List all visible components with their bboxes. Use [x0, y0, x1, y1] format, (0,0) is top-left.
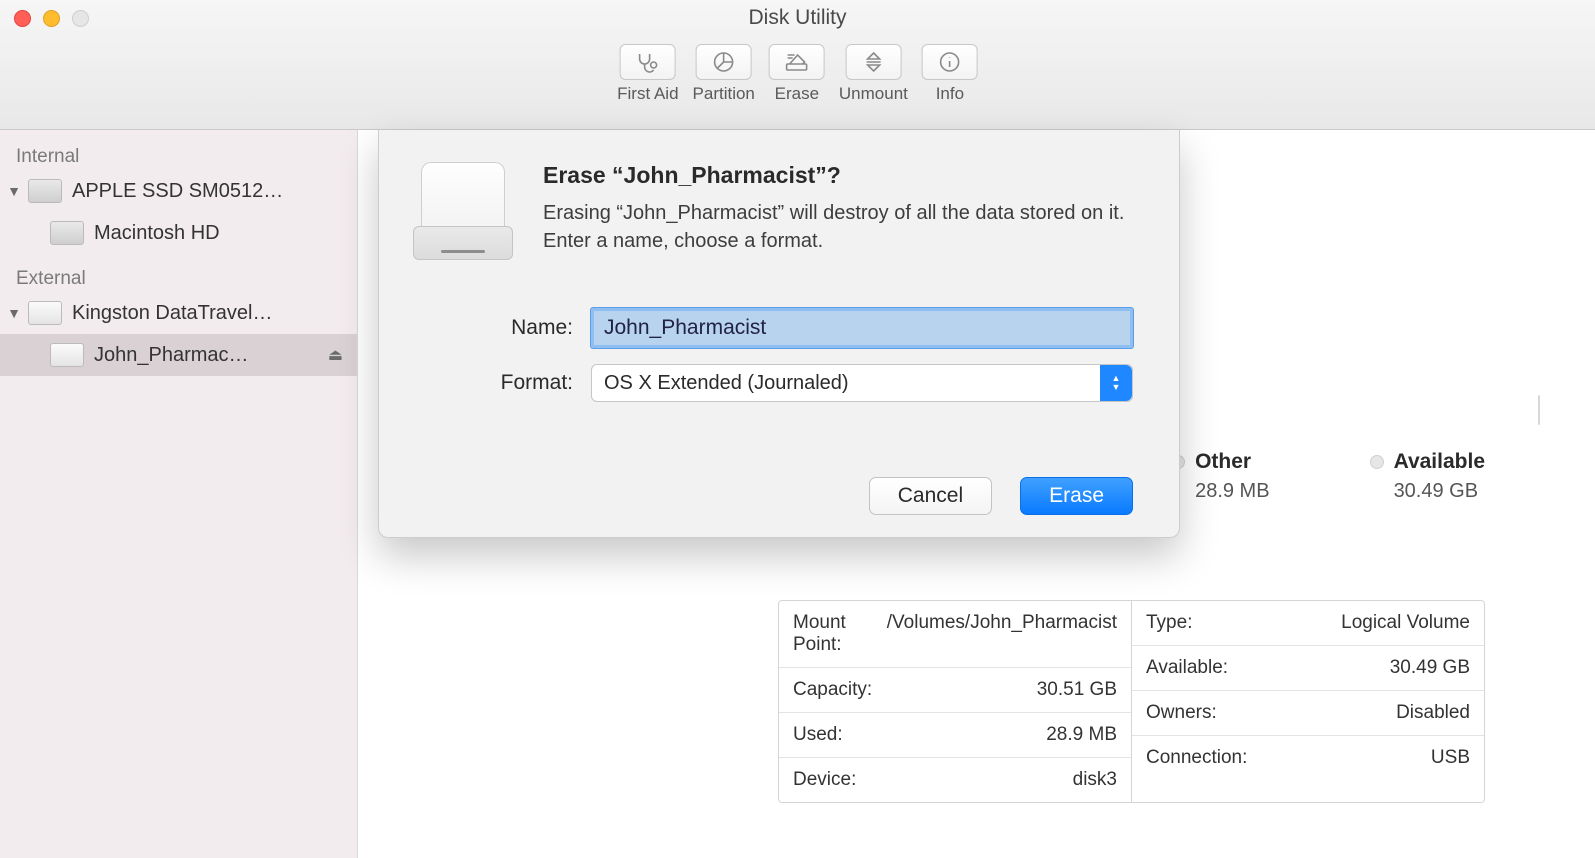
external-disk-icon: [50, 343, 84, 367]
internal-disk-icon: [50, 221, 84, 245]
external-drive-icon: [413, 162, 513, 272]
sidebar-item-label: APPLE SSD SM0512…: [72, 180, 357, 203]
erase-sheet: Erase “John_Pharmacist”? Erasing “John_P…: [378, 130, 1180, 538]
detail-row: Connection: USB: [1132, 736, 1484, 780]
external-disk-icon: [28, 301, 62, 325]
partition-button[interactable]: Partition: [693, 44, 755, 104]
detail-value: /Volumes/John_Pharmacist: [887, 612, 1117, 656]
pie-chart-icon: [696, 44, 752, 80]
sidebar: Internal ▼ APPLE SSD SM0512… Macintosh H…: [0, 130, 358, 858]
format-selected-value: OS X Extended (Journaled): [604, 372, 849, 395]
toolbar-label: Erase: [775, 84, 819, 104]
internal-disk-icon: [28, 179, 62, 203]
detail-key: Used:: [793, 724, 843, 746]
erase-button[interactable]: Erase: [769, 44, 825, 104]
erase-form: Name: Format: OS X Extended (Journaled) …: [477, 308, 1133, 402]
detail-row: Owners: Disabled: [1132, 691, 1484, 736]
details-right: Type: Logical Volume Available: 30.49 GB O…: [1132, 601, 1484, 802]
disclosure-triangle-icon[interactable]: ▼: [6, 305, 22, 321]
usage-label: Other: [1195, 450, 1251, 474]
unmount-button[interactable]: Unmount: [839, 44, 908, 104]
toolbar-label: Partition: [693, 84, 755, 104]
usage-value: 28.9 MB: [1171, 480, 1269, 503]
detail-value: Disabled: [1396, 702, 1470, 724]
sidebar-item-john-pharmacist[interactable]: John_Pharmac… ⏏: [0, 334, 357, 376]
stethoscope-icon: [620, 44, 676, 80]
toolbar-label: First Aid: [617, 84, 678, 104]
format-select[interactable]: OS X Extended (Journaled) ▲▼: [591, 364, 1133, 402]
detail-row: Available: 30.49 GB: [1132, 646, 1484, 691]
cancel-button[interactable]: Cancel: [869, 477, 992, 515]
detail-key: Device:: [793, 769, 856, 791]
info-button[interactable]: Info: [922, 44, 978, 104]
traffic-lights: [14, 10, 89, 27]
sidebar-item-label: John_Pharmac…: [94, 344, 328, 367]
detail-key: Type:: [1146, 612, 1192, 634]
disk-utility-window: Disk Utility First Aid Partition Erase: [0, 0, 1595, 858]
erase-confirm-button[interactable]: Erase: [1020, 477, 1133, 515]
titlebar: Disk Utility First Aid Partition Erase: [0, 0, 1595, 130]
detail-key: Mount Point:: [793, 612, 887, 656]
disclosure-triangle-icon[interactable]: ▼: [6, 183, 22, 199]
sidebar-item-macintosh-hd[interactable]: Macintosh HD: [0, 212, 357, 254]
close-button[interactable]: [14, 10, 31, 27]
sidebar-section-external: External: [0, 266, 357, 292]
unmount-icon: [845, 44, 901, 80]
detail-value: 30.49 GB: [1390, 657, 1470, 679]
usage-bar: [1538, 395, 1540, 425]
usage-label: Available: [1394, 450, 1485, 474]
minimize-button[interactable]: [43, 10, 60, 27]
usage-legend: Other 28.9 MB Available 30.49 GB: [1171, 450, 1485, 503]
sidebar-item-label: Macintosh HD: [94, 222, 357, 245]
chevron-up-down-icon: ▲▼: [1100, 365, 1132, 401]
detail-row: Mount Point:/Volumes/John_Pharmacist: [779, 601, 1131, 668]
detail-row: Type: Logical Volume: [1132, 601, 1484, 646]
sidebar-item-internal-disk[interactable]: ▼ APPLE SSD SM0512…: [0, 170, 357, 212]
detail-value: 28.9 MB: [1046, 724, 1117, 746]
detail-row: Capacity: 30.51 GB: [779, 668, 1131, 713]
detail-value: USB: [1431, 747, 1470, 769]
detail-key: Capacity:: [793, 679, 872, 701]
usage-other: Other 28.9 MB: [1171, 450, 1269, 503]
detail-key: Owners:: [1146, 702, 1217, 724]
erase-icon: [769, 44, 825, 80]
name-label: Name:: [477, 316, 573, 340]
legend-swatch-icon: [1370, 455, 1384, 469]
sidebar-item-label: Kingston DataTravel…: [72, 302, 357, 325]
zoom-button[interactable]: [72, 10, 89, 27]
details-left: Mount Point:/Volumes/John_Pharmacist Cap…: [779, 601, 1132, 802]
eject-icon[interactable]: ⏏: [328, 345, 343, 365]
format-label: Format:: [477, 371, 573, 395]
usage-available: Available 30.49 GB: [1370, 450, 1485, 503]
first-aid-button[interactable]: First Aid: [617, 44, 678, 104]
sidebar-section-internal: Internal: [0, 144, 357, 170]
detail-row: Device: disk3: [779, 758, 1131, 802]
toolbar-label: Info: [936, 84, 964, 104]
sheet-description: Erasing “John_Pharmacist” will destroy o…: [543, 199, 1133, 255]
detail-key: Available:: [1146, 657, 1228, 679]
info-icon: [922, 44, 978, 80]
toolbar: First Aid Partition Erase Unmount: [617, 44, 978, 104]
usage-value: 30.49 GB: [1370, 480, 1485, 503]
name-input[interactable]: [591, 308, 1133, 348]
toolbar-label: Unmount: [839, 84, 908, 104]
detail-value: 30.51 GB: [1037, 679, 1117, 701]
detail-value: disk3: [1073, 769, 1117, 791]
sidebar-item-external-disk[interactable]: ▼ Kingston DataTravel…: [0, 292, 357, 334]
detail-key: Connection:: [1146, 747, 1247, 769]
sheet-title: Erase “John_Pharmacist”?: [543, 162, 1133, 189]
detail-row: Used: 28.9 MB: [779, 713, 1131, 758]
window-title: Disk Utility: [749, 6, 847, 30]
detail-value: Logical Volume: [1341, 612, 1470, 634]
volume-details: Mount Point:/Volumes/John_Pharmacist Cap…: [778, 600, 1485, 803]
